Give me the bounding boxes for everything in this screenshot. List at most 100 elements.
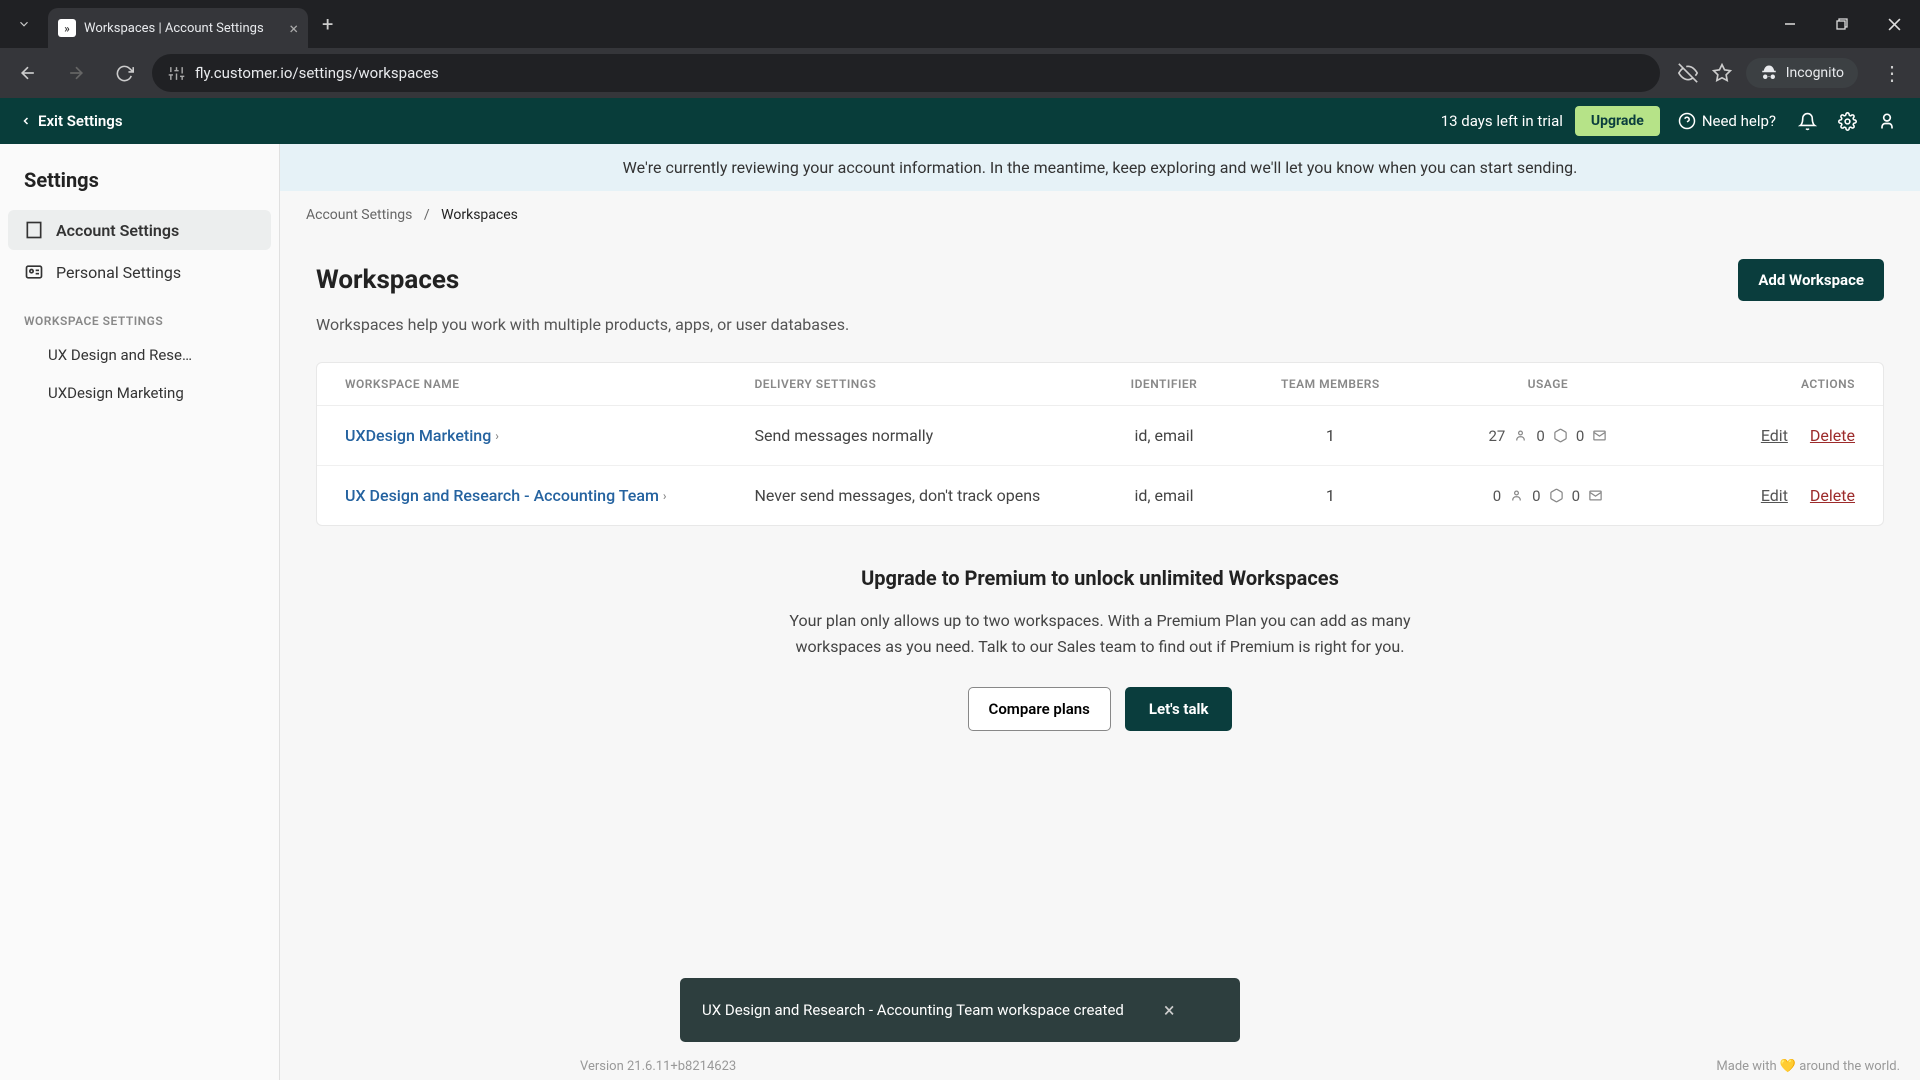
sidebar-workspace-2[interactable]: UXDesign Marketing bbox=[8, 374, 271, 412]
delivery-cell: Send messages normally bbox=[754, 426, 1087, 445]
chevron-right-icon: › bbox=[663, 489, 667, 503]
table-row: UX Design and Research - Accounting Team… bbox=[317, 466, 1883, 525]
chevron-left-icon bbox=[20, 115, 32, 127]
address-bar[interactable]: fly.customer.io/settings/workspaces bbox=[152, 54, 1660, 92]
usage-cell: 0 0 0 bbox=[1420, 487, 1676, 505]
th-usage: USAGE bbox=[1420, 377, 1676, 391]
th-members: TEAM MEMBERS bbox=[1241, 377, 1420, 391]
gear-icon[interactable] bbox=[1834, 112, 1860, 131]
usage-objects-count: 0 bbox=[1536, 427, 1544, 445]
usage-msgs-count: 0 bbox=[1572, 487, 1580, 505]
breadcrumb-current: Workspaces bbox=[441, 207, 518, 223]
browser-menu-icon[interactable]: ⋮ bbox=[1872, 61, 1912, 85]
exit-settings-link[interactable]: Exit Settings bbox=[20, 112, 123, 130]
made-with-pre: Made with bbox=[1716, 1059, 1779, 1074]
bookmark-star-icon[interactable] bbox=[1712, 63, 1732, 83]
delete-link[interactable]: Delete bbox=[1810, 486, 1855, 505]
page-description: Workspaces help you work with multiple p… bbox=[316, 315, 1884, 334]
maximize-icon[interactable] bbox=[1816, 0, 1868, 48]
exit-settings-label: Exit Settings bbox=[38, 112, 123, 130]
usage-cell: 27 0 0 bbox=[1420, 427, 1676, 445]
breadcrumb: Account Settings / Workspaces bbox=[280, 191, 1920, 239]
made-with-text: Made with 💛 around the world. bbox=[1716, 1059, 1900, 1074]
tab-search-dropdown[interactable] bbox=[0, 0, 48, 48]
version-text: Version 21.6.11+b8214623 bbox=[580, 1059, 736, 1074]
mail-icon bbox=[1592, 428, 1607, 443]
favicon-icon: » bbox=[58, 19, 76, 37]
trial-remaining-text: 13 days left in trial bbox=[1441, 112, 1563, 130]
workspace-name-text: UXDesign Marketing bbox=[345, 426, 491, 445]
identifier-cell: id, email bbox=[1087, 486, 1241, 505]
breadcrumb-root[interactable]: Account Settings bbox=[306, 207, 412, 223]
people-icon bbox=[1509, 488, 1524, 503]
site-settings-icon[interactable] bbox=[168, 65, 185, 82]
usage-msgs-count: 0 bbox=[1576, 427, 1584, 445]
need-help-link[interactable]: Need help? bbox=[1678, 112, 1776, 130]
edit-link[interactable]: Edit bbox=[1761, 486, 1788, 505]
sidebar-workspace-1[interactable]: UX Design and Rese… bbox=[8, 336, 271, 374]
upgrade-button[interactable]: Upgrade bbox=[1575, 106, 1660, 136]
sidebar-item-label: Personal Settings bbox=[56, 263, 181, 282]
breadcrumb-sep: / bbox=[424, 207, 430, 223]
made-with-post: around the world. bbox=[1796, 1059, 1900, 1074]
people-icon bbox=[1513, 428, 1528, 443]
edit-link[interactable]: Edit bbox=[1761, 426, 1788, 445]
identifier-cell: id, email bbox=[1087, 426, 1241, 445]
incognito-badge[interactable]: Incognito bbox=[1746, 58, 1858, 88]
eye-off-icon[interactable] bbox=[1678, 63, 1698, 83]
sidebar-item-label: Account Settings bbox=[56, 221, 179, 240]
upsell-body: Your plan only allows up to two workspac… bbox=[780, 608, 1420, 659]
lets-talk-button[interactable]: Let's talk bbox=[1125, 687, 1233, 731]
cube-icon bbox=[1549, 488, 1564, 503]
close-window-icon[interactable] bbox=[1868, 0, 1920, 48]
workspace-name-link[interactable]: UX Design and Research - Accounting Team… bbox=[345, 486, 754, 505]
sidebar-item-personal-settings[interactable]: Personal Settings bbox=[8, 252, 271, 292]
sidebar-group-label: WORKSPACE SETTINGS bbox=[8, 294, 271, 336]
members-cell: 1 bbox=[1241, 486, 1420, 505]
settings-sidebar: Settings Account Settings Personal Setti… bbox=[0, 144, 280, 1080]
upsell-title: Upgrade to Premium to unlock unlimited W… bbox=[316, 566, 1884, 590]
delivery-cell: Never send messages, don't track opens bbox=[754, 486, 1087, 505]
help-label: Need help? bbox=[1702, 112, 1776, 130]
browser-tab[interactable]: » Workspaces | Account Settings × bbox=[48, 8, 308, 48]
tab-title: Workspaces | Account Settings bbox=[84, 21, 281, 36]
incognito-icon bbox=[1760, 64, 1778, 82]
review-notice: We're currently reviewing your account i… bbox=[280, 144, 1920, 191]
forward-button[interactable] bbox=[56, 53, 96, 93]
th-identifier: IDENTIFIER bbox=[1087, 377, 1241, 391]
mail-icon bbox=[1588, 488, 1603, 503]
close-tab-icon[interactable]: × bbox=[289, 19, 298, 38]
notifications-icon[interactable] bbox=[1794, 112, 1820, 131]
minimize-icon[interactable] bbox=[1764, 0, 1816, 48]
new-tab-button[interactable]: + bbox=[322, 12, 333, 36]
building-icon bbox=[24, 220, 44, 240]
compare-plans-button[interactable]: Compare plans bbox=[968, 687, 1111, 731]
incognito-label: Incognito bbox=[1786, 65, 1844, 81]
usage-objects-count: 0 bbox=[1532, 487, 1540, 505]
page-title: Workspaces bbox=[316, 265, 459, 295]
toast-text: UX Design and Research - Accounting Team… bbox=[702, 1000, 1124, 1021]
sidebar-title: Settings bbox=[8, 160, 271, 210]
id-card-icon bbox=[24, 262, 44, 282]
th-actions: ACTIONS bbox=[1676, 377, 1855, 391]
chevron-right-icon: › bbox=[495, 429, 499, 443]
usage-people-count: 27 bbox=[1489, 427, 1506, 445]
cube-icon bbox=[1553, 428, 1568, 443]
url-text: fly.customer.io/settings/workspaces bbox=[195, 64, 1644, 82]
delete-link[interactable]: Delete bbox=[1810, 426, 1855, 445]
table-row: UXDesign Marketing › Send messages norma… bbox=[317, 406, 1883, 466]
workspace-name-link[interactable]: UXDesign Marketing › bbox=[345, 426, 754, 445]
th-name: WORKSPACE NAME bbox=[345, 377, 754, 391]
toast-close-icon[interactable]: × bbox=[1164, 996, 1175, 1024]
usage-people-count: 0 bbox=[1493, 487, 1501, 505]
workspace-name-text: UX Design and Research - Accounting Team bbox=[345, 486, 659, 505]
help-circle-icon bbox=[1678, 112, 1696, 130]
success-toast: UX Design and Research - Accounting Team… bbox=[680, 978, 1240, 1042]
back-button[interactable] bbox=[8, 53, 48, 93]
reload-button[interactable] bbox=[104, 53, 144, 93]
add-workspace-button[interactable]: Add Workspace bbox=[1738, 259, 1884, 301]
user-avatar-icon[interactable] bbox=[1874, 111, 1900, 131]
sidebar-item-account-settings[interactable]: Account Settings bbox=[8, 210, 271, 250]
th-delivery: DELIVERY SETTINGS bbox=[754, 377, 1087, 391]
members-cell: 1 bbox=[1241, 426, 1420, 445]
